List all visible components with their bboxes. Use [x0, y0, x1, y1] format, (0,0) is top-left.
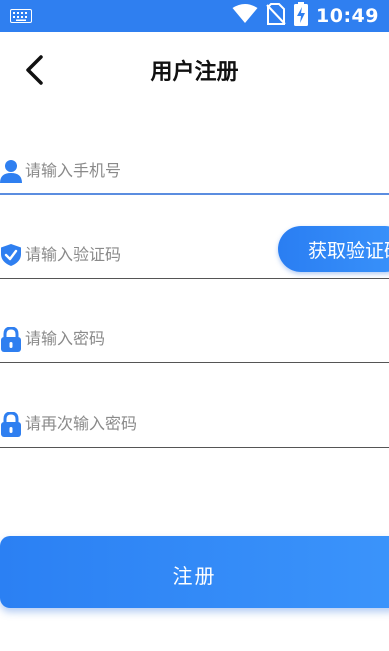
phone-field: [0, 145, 389, 195]
user-icon: [0, 159, 22, 183]
page-title: 用户注册: [150, 60, 239, 85]
password-input[interactable]: [25, 323, 275, 353]
code-input[interactable]: [25, 239, 275, 269]
confirm-password-input[interactable]: [25, 408, 275, 438]
register-button[interactable]: 注册: [0, 536, 389, 608]
header: 用户注册: [0, 32, 389, 110]
phone-input[interactable]: [25, 155, 275, 185]
status-bar: 10:49: [0, 0, 389, 32]
battery-charging-icon: [294, 2, 309, 30]
keyboard-icon: [10, 9, 32, 23]
lock-icon: [0, 326, 22, 352]
password-field: [0, 313, 389, 363]
confirm-password-underline: [0, 447, 389, 448]
wifi-icon: [232, 4, 258, 28]
no-sim-icon: [266, 3, 286, 29]
lock-icon: [0, 411, 22, 437]
status-time: 10:49: [316, 5, 379, 27]
shield-check-icon: [0, 243, 22, 267]
password-underline: [0, 362, 389, 363]
register-button-label: 注册: [172, 564, 217, 588]
code-underline: [0, 278, 389, 279]
phone-underline: [0, 193, 389, 195]
confirm-password-field: [0, 398, 389, 448]
get-code-button[interactable]: 获取验证码: [278, 226, 389, 272]
